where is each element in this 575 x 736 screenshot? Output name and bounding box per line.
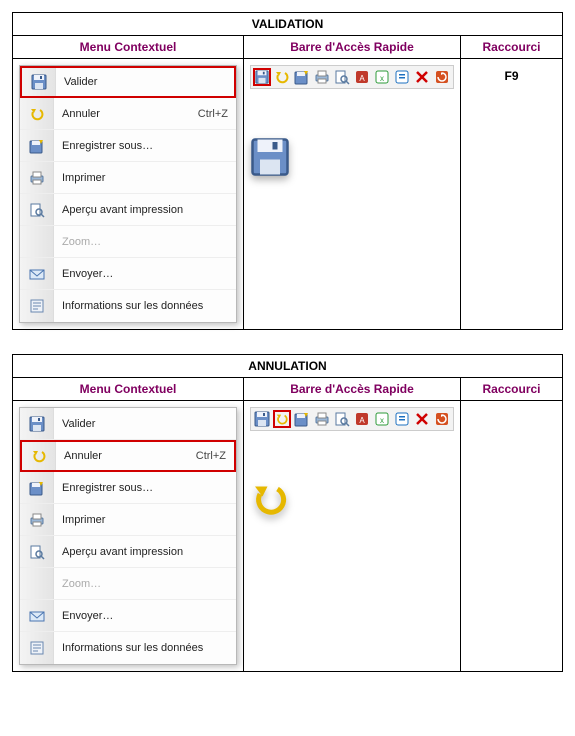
col-header-menu: Menu Contextuel xyxy=(13,378,244,401)
section-title: VALIDATION xyxy=(13,13,563,36)
refresh-icon[interactable] xyxy=(433,68,451,86)
context-menu: Valider Annuler Ctrl+Z Enregistrer sous…… xyxy=(19,407,237,665)
menu-item-label: Annuler xyxy=(54,108,198,120)
menu-item-label: Zoom… xyxy=(54,236,228,248)
delete-icon[interactable] xyxy=(413,410,431,428)
print-icon xyxy=(20,504,54,535)
quick-access-toolbar: Ax xyxy=(250,65,454,89)
info-icon xyxy=(20,632,54,664)
save-icon[interactable] xyxy=(253,68,271,86)
menu-item[interactable]: Valider xyxy=(20,66,236,98)
excel-icon[interactable]: x xyxy=(373,410,391,428)
zoom-icon xyxy=(20,226,54,257)
menu-item-label: Envoyer… xyxy=(54,610,228,622)
menu-item[interactable]: Zoom… xyxy=(20,568,236,600)
section-table: VALIDATION Menu Contextuel Barre d'Accès… xyxy=(12,12,563,330)
save-icon xyxy=(20,408,54,439)
menu-item[interactable]: Valider xyxy=(20,408,236,440)
undo-icon[interactable] xyxy=(273,68,291,86)
context-menu: Valider Annuler Ctrl+Z Enregistrer sous…… xyxy=(19,65,237,323)
menu-item[interactable]: Envoyer… xyxy=(20,600,236,632)
menu-item-label: Envoyer… xyxy=(54,268,228,280)
doc-icon[interactable] xyxy=(393,68,411,86)
undo-icon xyxy=(22,442,56,470)
menu-item-label: Imprimer xyxy=(54,514,228,526)
preview-icon[interactable] xyxy=(333,410,351,428)
menu-item-label: Valider xyxy=(54,418,228,430)
menu-item[interactable]: Zoom… xyxy=(20,226,236,258)
menu-item[interactable]: Informations sur les données xyxy=(20,632,236,664)
save-icon[interactable] xyxy=(253,410,271,428)
excel-icon[interactable]: x xyxy=(373,68,391,86)
svg-text:A: A xyxy=(359,416,365,425)
delete-icon[interactable] xyxy=(413,68,431,86)
svg-text:x: x xyxy=(380,74,384,83)
shortcut-value: F9 xyxy=(467,63,556,83)
pdf-icon[interactable]: A xyxy=(353,410,371,428)
menu-item[interactable]: Aperçu avant impression xyxy=(20,194,236,226)
menu-item-label: Aperçu avant impression xyxy=(54,546,228,558)
menu-item[interactable]: Enregistrer sous… xyxy=(20,130,236,162)
undo-icon-large xyxy=(250,479,454,519)
col-header-shortcut: Raccourci xyxy=(461,36,563,59)
svg-text:x: x xyxy=(380,416,384,425)
menu-item[interactable]: Aperçu avant impression xyxy=(20,536,236,568)
menu-item[interactable]: Annuler Ctrl+Z xyxy=(20,440,236,472)
col-header-toolbar: Barre d'Accès Rapide xyxy=(244,378,461,401)
save-as-icon xyxy=(20,130,54,161)
menu-item-label: Aperçu avant impression xyxy=(54,204,228,216)
menu-item[interactable]: Enregistrer sous… xyxy=(20,472,236,504)
menu-item-label: Zoom… xyxy=(54,578,228,590)
print-icon[interactable] xyxy=(313,410,331,428)
svg-text:A: A xyxy=(359,74,365,83)
menu-item-shortcut: Ctrl+Z xyxy=(198,108,236,120)
menu-item-label: Informations sur les données xyxy=(54,642,228,654)
col-header-toolbar: Barre d'Accès Rapide xyxy=(244,36,461,59)
undo-icon[interactable] xyxy=(273,410,291,428)
zoom-icon xyxy=(20,568,54,599)
info-icon xyxy=(20,290,54,322)
menu-item[interactable]: Envoyer… xyxy=(20,258,236,290)
save-as-icon xyxy=(20,472,54,503)
section-table: ANNULATION Menu Contextuel Barre d'Accès… xyxy=(12,354,563,672)
refresh-icon[interactable] xyxy=(433,410,451,428)
preview-icon[interactable] xyxy=(333,68,351,86)
save-as-icon[interactable] xyxy=(293,410,311,428)
send-icon xyxy=(20,600,54,631)
menu-item[interactable]: Imprimer xyxy=(20,504,236,536)
menu-item[interactable]: Informations sur les données xyxy=(20,290,236,322)
quick-access-toolbar: Ax xyxy=(250,407,454,431)
section-title: ANNULATION xyxy=(13,355,563,378)
save-as-icon[interactable] xyxy=(293,68,311,86)
save-icon xyxy=(22,68,56,96)
col-header-menu: Menu Contextuel xyxy=(13,36,244,59)
print-icon[interactable] xyxy=(313,68,331,86)
send-icon xyxy=(20,258,54,289)
menu-item-label: Enregistrer sous… xyxy=(54,482,228,494)
print-icon xyxy=(20,162,54,193)
col-header-shortcut: Raccourci xyxy=(461,378,563,401)
menu-item-label: Imprimer xyxy=(54,172,228,184)
menu-item-label: Valider xyxy=(56,76,226,88)
menu-item-label: Enregistrer sous… xyxy=(54,140,228,152)
menu-item-shortcut: Ctrl+Z xyxy=(196,450,234,462)
menu-item[interactable]: Imprimer xyxy=(20,162,236,194)
pdf-icon[interactable]: A xyxy=(353,68,371,86)
preview-icon xyxy=(20,536,54,567)
doc-icon[interactable] xyxy=(393,410,411,428)
preview-icon xyxy=(20,194,54,225)
menu-item-label: Informations sur les données xyxy=(54,300,228,312)
save-icon-large xyxy=(250,137,454,177)
undo-icon xyxy=(20,98,54,129)
menu-item-label: Annuler xyxy=(56,450,196,462)
shortcut-value xyxy=(467,405,556,411)
menu-item[interactable]: Annuler Ctrl+Z xyxy=(20,98,236,130)
